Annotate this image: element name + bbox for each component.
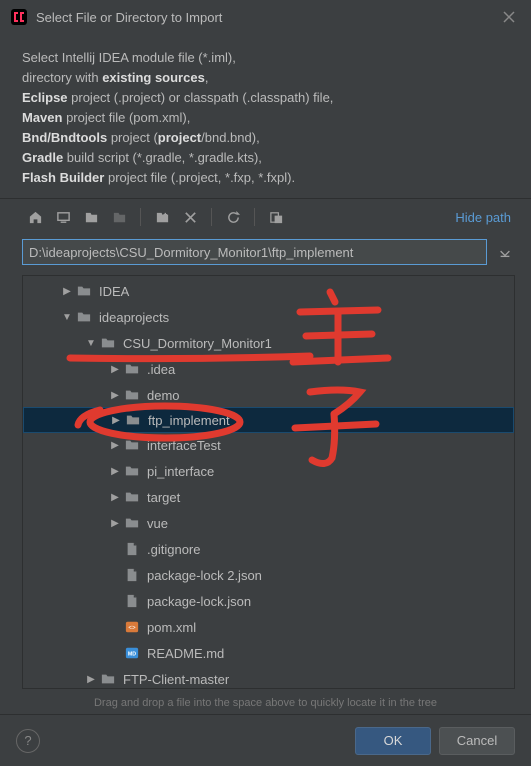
tree-node[interactable]: .gitignore [23,536,514,562]
tree-node[interactable]: ▶ pi_interface [23,458,514,484]
description-text: Select Intellij IDEA module file (*.iml)… [0,34,531,198]
home-icon[interactable] [22,205,48,229]
file-icon [123,541,141,557]
close-button[interactable] [497,5,521,29]
tree-node-label: IDEA [99,284,129,299]
folder-icon [123,437,141,453]
tree-node-label: package-lock 2.json [147,568,262,583]
xml-icon: <> [123,619,141,635]
tree-node-selected[interactable]: ▶ ftp_implement [23,407,514,433]
tree-node-label: package-lock.json [147,594,251,609]
file-tree-scroll[interactable]: ▶ IDEA ▼ ideaprojects ▼ CSU_Dormitory_Monitor… [23,276,514,688]
folder-icon [123,489,141,505]
expand-arrow-icon[interactable]: ▼ [61,312,73,323]
show-hidden-icon[interactable] [263,205,289,229]
expand-arrow-icon[interactable]: ▶ [109,518,121,529]
tree-node[interactable]: ▼ CSU_Dormitory_Monitor1 [23,330,514,356]
tree-node[interactable]: ▶ .idea [23,356,514,382]
expand-arrow-icon[interactable]: ▶ [109,390,121,401]
title-bar: Select File or Directory to Import [0,0,531,34]
folder-icon [124,412,142,428]
path-row [0,235,531,269]
module-icon[interactable] [106,205,132,229]
tree-node-label: ideaprojects [99,310,169,325]
md-icon: MD [123,645,141,661]
folder-icon [123,463,141,479]
tree-node-label: vue [147,516,168,531]
file-icon [123,593,141,609]
file-icon [123,567,141,583]
folder-icon [123,387,141,403]
expand-arrow-icon[interactable]: ▶ [109,440,121,451]
expand-arrow-icon[interactable]: ▶ [109,466,121,477]
tree-node-label: demo [147,388,180,403]
help-button[interactable]: ? [16,729,40,753]
folder-icon [75,309,93,325]
tree-node-label: pi_interface [147,464,214,479]
hide-path-link[interactable]: Hide path [455,210,515,225]
expand-arrow-icon[interactable]: ▶ [109,492,121,503]
svg-text:<>: <> [128,625,136,632]
tree-node-label: .gitignore [147,542,200,557]
expand-arrow-icon[interactable]: ▶ [85,674,97,685]
tree-node[interactable]: package-lock 2.json [23,562,514,588]
tree-node[interactable]: ▶ demo [23,382,514,408]
expand-arrow-icon[interactable]: ▶ [61,286,73,297]
tree-node[interactable]: <> pom.xml [23,614,514,640]
new-folder-icon[interactable] [149,205,175,229]
separator [254,208,255,226]
tree-node-label: .idea [147,362,175,377]
folder-icon [99,671,117,687]
folder-icon [123,515,141,531]
expand-arrow-icon[interactable]: ▼ [85,338,97,349]
folder-icon [99,335,117,351]
dialog-title: Select File or Directory to Import [36,10,497,25]
tree-node-label: CSU_Dormitory_Monitor1 [123,336,272,351]
footer: ? OK Cancel [0,714,531,766]
separator [140,208,141,226]
tree-node[interactable]: ▼ ideaprojects [23,304,514,330]
separator [211,208,212,226]
cancel-button[interactable]: Cancel [439,727,515,755]
tree-node[interactable]: ▶ interfaceTest [23,432,514,458]
delete-icon[interactable] [177,205,203,229]
project-icon[interactable] [78,205,104,229]
tree-node-label: pom.xml [147,620,196,635]
tree-node[interactable]: ▶ vue [23,510,514,536]
toolbar: Hide path [0,198,531,235]
tree-node[interactable]: ▶ IDEA [23,278,514,304]
history-icon[interactable] [495,242,515,262]
tree-node-label: interfaceTest [147,438,221,453]
ok-button[interactable]: OK [355,727,431,755]
tree-node-label: README.md [147,646,224,661]
tree-node[interactable]: MD README.md [23,640,514,666]
desktop-icon[interactable] [50,205,76,229]
tree-node-label: ftp_implement [148,413,230,428]
expand-arrow-icon[interactable]: ▶ [110,415,122,426]
file-tree: ▶ IDEA ▼ ideaprojects ▼ CSU_Dormitory_Monitor… [22,275,515,689]
folder-icon [75,283,93,299]
tree-node-label: target [147,490,180,505]
path-input[interactable] [22,239,487,265]
app-icon [10,8,28,26]
tree-node[interactable]: ▶ FTP-Client-master [23,666,514,688]
tree-node[interactable]: ▶ target [23,484,514,510]
tree-node-label: FTP-Client-master [123,672,229,687]
refresh-icon[interactable] [220,205,246,229]
folder-icon [123,361,141,377]
expand-arrow-icon[interactable]: ▶ [109,364,121,375]
svg-text:MD: MD [128,652,136,658]
tree-node[interactable]: package-lock.json [23,588,514,614]
